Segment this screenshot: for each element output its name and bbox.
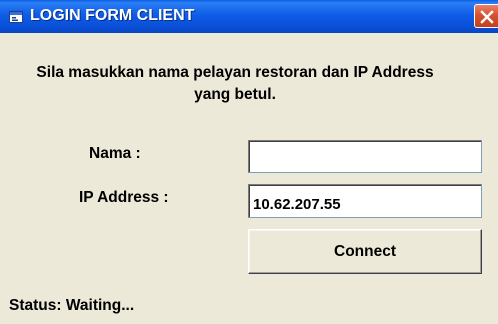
status-text: Status: Waiting...: [9, 297, 135, 314]
app-window-icon: [9, 10, 23, 23]
name-label: Nama :: [89, 145, 141, 162]
instruction-message: Sila masukkan nama pelayan restoran dan …: [36, 64, 434, 103]
close-button[interactable]: [474, 4, 498, 28]
title-bar[interactable]: LOGIN FORM CLIENT: [0, 0, 498, 33]
connect-button[interactable]: Connect: [248, 229, 482, 274]
window-title: LOGIN FORM CLIENT: [30, 7, 195, 24]
ip-address-input[interactable]: [248, 184, 482, 218]
ip-address-label: IP Address :: [79, 189, 169, 206]
close-icon: [480, 10, 494, 24]
name-input[interactable]: [248, 140, 482, 173]
